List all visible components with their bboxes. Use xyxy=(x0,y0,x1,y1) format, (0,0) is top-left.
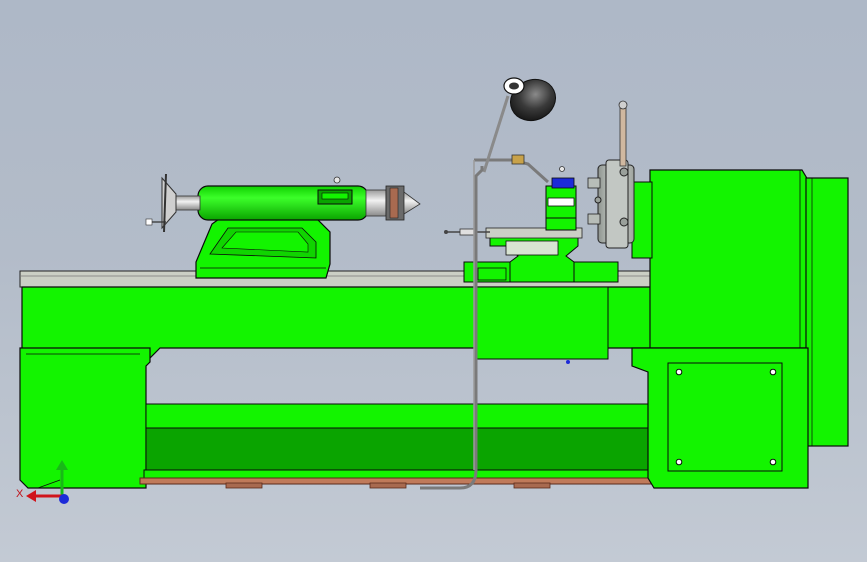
cad-viewport[interactable]: X xyxy=(0,0,867,562)
tailstock[interactable] xyxy=(145,173,421,279)
x-axis-label: X xyxy=(16,488,24,500)
chuck[interactable] xyxy=(587,100,635,249)
lathe-model[interactable]: X xyxy=(0,0,867,562)
headstock[interactable] xyxy=(631,169,849,489)
chip-tray[interactable] xyxy=(139,403,657,489)
